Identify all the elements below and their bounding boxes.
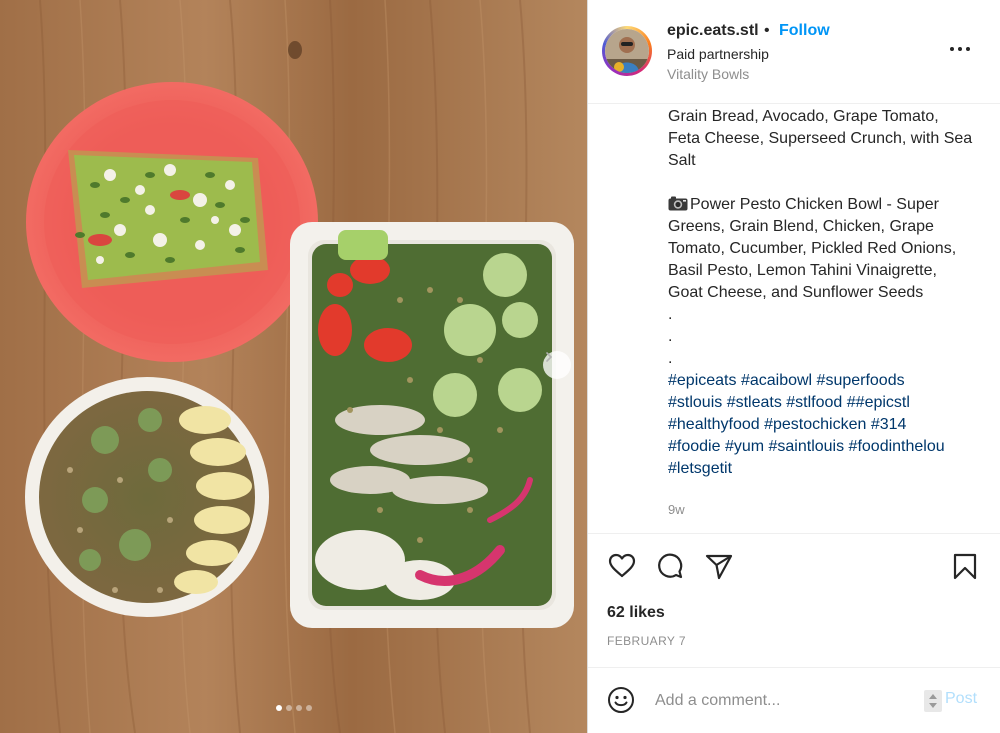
carousel-next-button[interactable]	[543, 351, 571, 379]
likes-count[interactable]: 62 likes	[607, 604, 665, 622]
follow-button[interactable]: Follow	[779, 22, 830, 40]
carousel-dot	[295, 705, 302, 711]
carousel-dot	[305, 705, 312, 711]
share-button[interactable]	[704, 551, 734, 581]
save-button[interactable]	[950, 551, 980, 581]
comment-icon	[658, 553, 683, 579]
comment-input[interactable]	[655, 688, 915, 714]
heart-icon	[608, 553, 636, 578]
input-spinner-control[interactable]	[924, 690, 942, 712]
caption-line: Grain Bread, Avocado, Grape Tomato,	[668, 108, 939, 125]
caption-line: Salt	[668, 152, 696, 169]
caption-timestamp[interactable]: 9w	[668, 502, 685, 517]
caption-line: Power Pesto Chicken Bowl - Super	[668, 194, 993, 216]
bookmark-icon	[953, 553, 977, 580]
chevron-right-icon	[546, 352, 553, 362]
carousel-dot-active	[275, 705, 282, 711]
post-date[interactable]: FEBRUARY 7	[607, 634, 686, 648]
like-button[interactable]	[607, 551, 637, 581]
post-photo[interactable]	[0, 0, 587, 733]
smiley-icon	[608, 687, 634, 713]
more-options-icon-dot	[958, 47, 962, 51]
comment-bar: Post	[588, 667, 1000, 733]
carousel-dot	[285, 705, 292, 711]
camera-emoji-icon	[668, 196, 688, 211]
username-link[interactable]: epic.eats.stl	[667, 22, 759, 40]
food-photo-illustration	[0, 0, 587, 733]
hashtag-line[interactable]: #foodie #yum #saintlouis #foodinthelou	[668, 436, 993, 458]
caption-line: Tomato, Cucumber, Pickled Red Onions,	[668, 240, 957, 257]
post-caption: Grain Bread, Avocado, Grape Tomato, Feta…	[668, 86, 993, 526]
post-actions-bar	[588, 533, 1000, 594]
caption-line: Goat Cheese, and Sunflower Seeds	[668, 284, 924, 301]
caption-line: Basil Pesto, Lemon Tahini Vinaigrette,	[668, 262, 937, 279]
hashtag-line[interactable]: #letsgetit	[668, 458, 993, 480]
caption-line: Feta Cheese, Superseed Crunch, with Sea	[668, 130, 973, 147]
hashtag-line[interactable]: #stlouis #stleats #stlfood ##epicstl	[668, 392, 993, 414]
post-comment-button[interactable]: Post	[945, 690, 977, 708]
spinner-arrows-icon	[929, 694, 937, 708]
hashtag-line[interactable]: #healthyfood #pestochicken #314	[668, 414, 993, 436]
more-options-icon	[950, 47, 954, 51]
comment-button[interactable]	[655, 551, 685, 581]
carousel-indicator	[0, 705, 587, 711]
profile-picture	[605, 29, 649, 73]
emoji-button[interactable]	[607, 686, 635, 714]
more-options-button[interactable]	[950, 42, 974, 56]
location-link[interactable]: Vitality Bowls	[667, 66, 749, 82]
caption-line-text: Power Pesto Chicken Bowl - Super	[690, 196, 939, 213]
more-options-icon-dot	[966, 47, 970, 51]
separator-bullet: •	[764, 22, 770, 39]
hashtag-line[interactable]: #epiceats #acaibowl #superfoods	[668, 370, 993, 392]
caption-dot: .	[668, 306, 673, 323]
paper-plane-icon	[705, 554, 733, 580]
avatar[interactable]	[602, 26, 652, 76]
post-details-panel: epic.eats.stl • Follow Paid partnership …	[587, 0, 1000, 733]
caption-line: Greens, Grain Blend, Chicken, Grape	[668, 218, 934, 235]
caption-dot: .	[668, 328, 673, 345]
caption-dot: .	[668, 350, 673, 367]
paid-partnership-label[interactable]: Paid partnership	[667, 46, 769, 62]
